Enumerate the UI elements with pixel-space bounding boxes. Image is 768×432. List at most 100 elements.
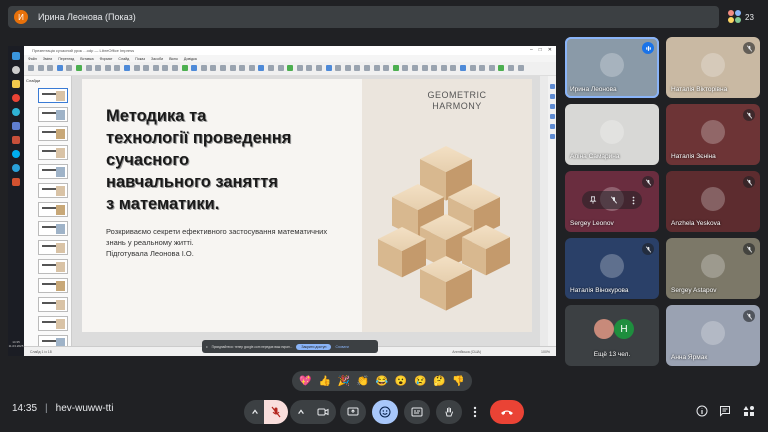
toolbar-button[interactable]: [498, 65, 505, 71]
toolbar-button[interactable]: [373, 65, 380, 71]
toolbar-button[interactable]: [47, 65, 54, 71]
toolbar-button[interactable]: [95, 65, 102, 71]
toolbar-button[interactable]: [56, 65, 63, 71]
toolbar-button[interactable]: [517, 65, 524, 71]
reaction-emoji[interactable]: 👍: [318, 376, 330, 387]
navigator-icon[interactable]: [549, 114, 555, 119]
camera-toggle-button[interactable]: [310, 400, 336, 424]
reaction-emoji[interactable]: 👎: [452, 376, 464, 387]
participant-tile[interactable]: H Ещё 13 чел.: [565, 305, 659, 366]
reaction-emoji[interactable]: 💖: [299, 376, 311, 387]
toolbar-button[interactable]: [383, 65, 390, 71]
animation-icon[interactable]: [549, 124, 555, 129]
toolbar-button[interactable]: [488, 65, 495, 71]
menu-item[interactable]: Файл: [28, 57, 37, 61]
video-options-button[interactable]: [290, 400, 312, 424]
reaction-emoji[interactable]: 👏: [357, 376, 369, 387]
toolbar-button[interactable]: [133, 65, 140, 71]
mute-participant-icon[interactable]: [610, 196, 618, 204]
raise-hand-button[interactable]: [436, 400, 462, 424]
participant-tile[interactable]: Ирина Леонова: [565, 37, 659, 98]
toolbar-button[interactable]: [344, 65, 351, 71]
vertical-scrollbar[interactable]: [540, 76, 548, 346]
toolbar-button[interactable]: [210, 65, 217, 71]
toolbar-button[interactable]: [229, 65, 236, 71]
slide-thumbnail[interactable]: [38, 202, 68, 217]
toolbar-button[interactable]: [162, 65, 169, 71]
toolbar-button[interactable]: [306, 65, 313, 71]
toolbar-button[interactable]: [191, 65, 198, 71]
toolbar-button[interactable]: [354, 65, 361, 71]
transition-icon[interactable]: [549, 134, 555, 139]
leave-call-button[interactable]: [490, 400, 524, 424]
slide-thumbnail[interactable]: [38, 335, 68, 346]
toolbar-button[interactable]: [450, 65, 457, 71]
toolbar-button[interactable]: [392, 65, 399, 71]
toolbar-button[interactable]: [104, 65, 111, 71]
toolbar-button[interactable]: [402, 65, 409, 71]
menu-item[interactable]: Вікно: [169, 57, 178, 61]
reactions-button[interactable]: [372, 400, 398, 424]
slide-thumbnail[interactable]: [38, 183, 68, 198]
toolbar-button[interactable]: [412, 65, 418, 71]
toolbar-button[interactable]: [316, 65, 322, 71]
chat-button[interactable]: [718, 404, 732, 418]
properties-icon[interactable]: [549, 84, 555, 89]
captions-button[interactable]: [404, 400, 430, 424]
toolbar-button[interactable]: [268, 65, 274, 71]
toolbar-button[interactable]: [440, 65, 447, 71]
gallery-icon[interactable]: [549, 104, 555, 109]
slide-thumbnail[interactable]: [38, 126, 68, 141]
menu-item[interactable]: Довідка: [184, 57, 197, 61]
slide-thumbnail[interactable]: [38, 240, 68, 255]
participant-tile[interactable]: Anzhela Yeskova: [666, 171, 760, 232]
more-vert-icon[interactable]: [632, 196, 635, 205]
participant-tile[interactable]: Sergey Leonov: [565, 171, 659, 232]
slide-thumbnail[interactable]: [38, 107, 68, 122]
toolbar-button[interactable]: [172, 65, 178, 71]
toolbar-button[interactable]: [325, 65, 332, 71]
slide-thumbnail[interactable]: [38, 259, 68, 274]
participants-count-button[interactable]: 23: [728, 8, 760, 26]
mic-toggle-button[interactable]: [264, 400, 288, 424]
toolbar-button[interactable]: [277, 65, 284, 71]
meeting-details-button[interactable]: [695, 404, 709, 418]
toolbar-button[interactable]: [431, 65, 438, 71]
participant-tile[interactable]: Наталія Зєніна: [666, 104, 760, 165]
toolbar-button[interactable]: [248, 65, 255, 71]
reaction-emoji[interactable]: 🤔: [433, 376, 445, 387]
close-icon[interactable]: ✕: [548, 47, 552, 53]
toolbar-button[interactable]: [508, 65, 514, 71]
pin-icon[interactable]: [589, 196, 597, 204]
participant-tile[interactable]: Аліна Самарина: [565, 104, 659, 165]
slide-thumbnail[interactable]: [38, 164, 68, 179]
stop-sharing-button[interactable]: Закрити доступ: [296, 343, 332, 350]
slide-thumbnail[interactable]: [38, 316, 68, 331]
toolbar-button[interactable]: [469, 65, 476, 71]
reaction-emoji[interactable]: 🎉: [338, 376, 350, 387]
participant-tile[interactable]: Анна Ярмак: [666, 305, 760, 366]
slide-thumbnail[interactable]: [38, 145, 68, 160]
audio-options-button[interactable]: [244, 400, 266, 424]
toolbar-button[interactable]: [143, 65, 150, 71]
slide-title[interactable]: Методика та технології проведення сучасн…: [106, 105, 356, 215]
toolbar-button[interactable]: [287, 65, 294, 71]
slide-thumbnail[interactable]: [38, 278, 68, 293]
minimize-icon[interactable]: –: [530, 47, 533, 53]
participant-tile[interactable]: Наталія Вінокурова: [565, 238, 659, 299]
zoom-level[interactable]: 100%: [541, 350, 550, 354]
toolbar-button[interactable]: [239, 65, 246, 71]
menu-item[interactable]: Слайд: [118, 57, 129, 61]
toolbar-button[interactable]: [181, 65, 188, 71]
toolbar-button[interactable]: [76, 65, 82, 71]
toolbar-button[interactable]: [421, 65, 428, 71]
slide-thumbnail[interactable]: [38, 221, 68, 236]
participant-tile[interactable]: Sergey Astapov: [666, 238, 760, 299]
toolbar-button[interactable]: [152, 65, 159, 71]
toolbar-button[interactable]: [220, 65, 226, 71]
slide-thumbnail[interactable]: [38, 88, 68, 103]
menu-item[interactable]: Засоби: [151, 57, 163, 61]
toolbar-button[interactable]: [66, 65, 73, 71]
participant-tile[interactable]: Наталія Вікторівна: [666, 37, 760, 98]
toolbar-button[interactable]: [85, 65, 92, 71]
